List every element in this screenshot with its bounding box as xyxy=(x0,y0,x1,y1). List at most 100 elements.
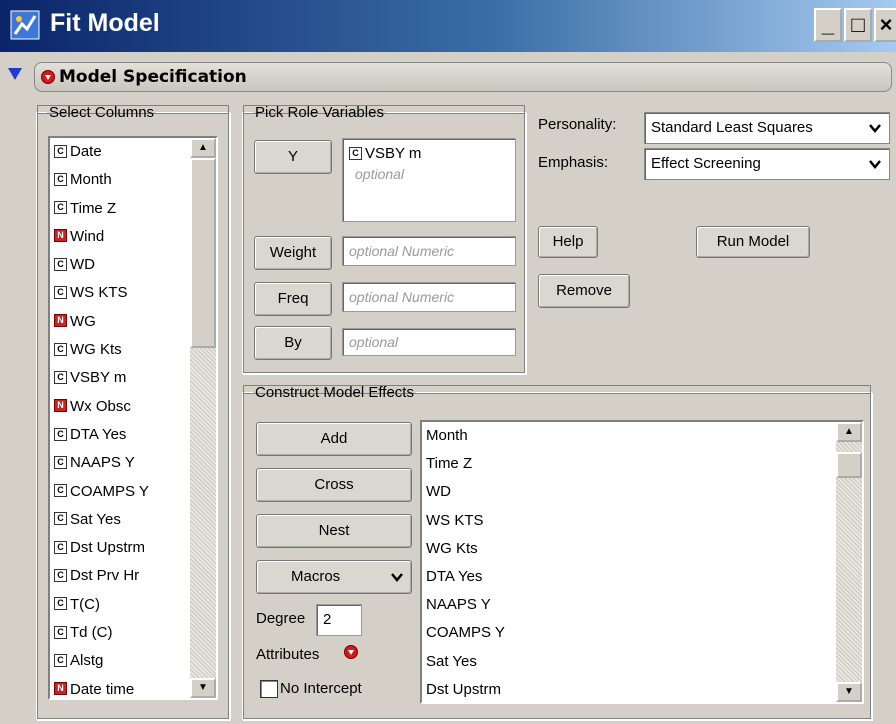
no-intercept-label: No Intercept xyxy=(280,680,362,697)
continuous-tag-icon: C xyxy=(54,568,67,582)
column-label: Date xyxy=(70,143,102,160)
y-role-button[interactable]: Y xyxy=(254,140,332,174)
weight-placeholder: optional Numeric xyxy=(349,243,455,259)
model-effects-listbox[interactable]: Month Time Z WD WS KTS WG Kts DTA Yes NAAPS YC… xyxy=(420,420,864,704)
close-icon: × xyxy=(879,12,893,37)
scroll-down-icon: ▼ xyxy=(198,682,208,693)
nominal-tag-icon: N xyxy=(54,229,67,243)
model-specification-header: Model Specification xyxy=(34,62,892,92)
effects-scroll-thumb[interactable] xyxy=(836,452,862,478)
construct-legend: Construct Model Effects xyxy=(255,384,414,401)
columns-scroll-thumb[interactable] xyxy=(190,158,216,348)
fit-model-app-icon xyxy=(10,10,40,40)
no-intercept-checkbox[interactable] xyxy=(260,680,278,698)
select-columns-legend: Select Columns xyxy=(49,104,155,121)
weight-role-field[interactable]: optional Numeric xyxy=(342,236,516,266)
y-role-placeholder: optional xyxy=(355,166,405,182)
title-bar: Fit Model _ □ × xyxy=(0,0,896,52)
run-model-button[interactable]: Run Model xyxy=(696,226,810,258)
select-columns-listbox[interactable]: C Date C Month C Time Z N Wind C WD C WS KTS N WG C WG … xyxy=(48,136,218,700)
column-label: Alstg xyxy=(70,652,104,670)
continuous-tag-icon: C xyxy=(54,370,67,384)
weight-role-button[interactable]: Weight xyxy=(254,236,332,270)
list-item[interactable]: WG Kts xyxy=(422,535,862,563)
list-item[interactable]: WD xyxy=(422,478,862,506)
minimize-button[interactable]: _ xyxy=(814,8,842,42)
continuous-tag-icon: C xyxy=(54,144,67,158)
emphasis-select[interactable]: Effect Screening xyxy=(644,148,890,180)
continuous-tag-icon: C xyxy=(54,427,67,441)
close-button[interactable]: × xyxy=(874,8,896,42)
nominal-tag-icon: N xyxy=(54,314,67,328)
column-label: Month xyxy=(70,171,112,189)
chevron-down-icon xyxy=(391,561,403,595)
degree-label: Degree xyxy=(256,610,306,627)
scroll-up-button[interactable]: ▲ xyxy=(836,422,862,442)
column-label: T(C) xyxy=(70,595,100,613)
column-label: Dst Prv Hr xyxy=(70,567,140,585)
personality-select[interactable]: Standard Least Squares xyxy=(644,112,890,144)
column-label: Date time xyxy=(70,680,135,698)
scroll-up-icon: ▲ xyxy=(844,426,854,437)
by-role-button[interactable]: By xyxy=(254,326,332,360)
scroll-down-icon: ▼ xyxy=(844,686,854,697)
y-role-value: VSBY m xyxy=(365,145,422,162)
column-label: WS KTS xyxy=(70,284,128,302)
emphasis-value: Effect Screening xyxy=(651,155,761,172)
freq-role-button[interactable]: Freq xyxy=(254,282,332,316)
column-label: WG Kts xyxy=(70,341,122,359)
pick-role-legend: Pick Role Variables xyxy=(255,104,384,121)
maximize-button[interactable]: □ xyxy=(844,8,872,42)
disclosure-triangle-icon[interactable] xyxy=(8,68,22,80)
help-button[interactable]: Help xyxy=(538,226,598,258)
attributes-label: Attributes xyxy=(256,646,320,663)
effects-list: Month Time Z WD WS KTS WG Kts DTA Yes NAAPS YC… xyxy=(422,422,862,704)
list-item[interactable]: Dst Upstrm xyxy=(422,676,862,704)
personality-label: Personality: xyxy=(538,116,617,133)
maximize-icon: □ xyxy=(851,12,865,37)
red-triangle-menu-icon[interactable] xyxy=(41,70,55,84)
scroll-down-button[interactable]: ▼ xyxy=(190,678,216,698)
scroll-up-icon: ▲ xyxy=(198,142,208,153)
chevron-down-icon xyxy=(869,149,881,180)
continuous-tag-icon: C xyxy=(54,201,67,215)
cross-button[interactable]: Cross xyxy=(256,468,412,502)
continuous-tag-icon: C xyxy=(54,172,67,186)
column-label: Wx Obsc xyxy=(70,397,131,415)
macros-dropdown[interactable]: Macros xyxy=(256,560,412,594)
list-item[interactable]: NAAPS Y xyxy=(422,591,862,619)
list-item[interactable]: Sat Yes xyxy=(422,648,862,676)
nominal-tag-icon: N xyxy=(54,399,67,413)
personality-value: Standard Least Squares xyxy=(651,119,813,136)
nest-button[interactable]: Nest xyxy=(256,514,412,548)
list-item[interactable]: Time Z xyxy=(422,450,862,478)
remove-button[interactable]: Remove xyxy=(538,274,630,308)
attributes-menu-icon[interactable] xyxy=(344,645,358,659)
list-item[interactable]: COAMPS Y xyxy=(422,619,862,647)
scroll-up-button[interactable]: ▲ xyxy=(190,138,216,158)
by-placeholder: optional xyxy=(349,334,399,350)
freq-role-field[interactable]: optional Numeric xyxy=(342,282,516,312)
by-role-field[interactable]: optional xyxy=(342,328,516,356)
continuous-tag-icon: C xyxy=(54,653,67,667)
list-item[interactable]: WS KTS xyxy=(422,507,862,535)
degree-input[interactable]: 2 xyxy=(316,604,362,636)
continuous-tag-icon: C xyxy=(54,257,67,271)
column-label: Sat Yes xyxy=(70,510,121,528)
column-label: Dst Upstrm xyxy=(70,539,145,557)
continuous-tag-icon: C xyxy=(54,597,67,611)
list-item[interactable]: DTA Yes xyxy=(422,563,862,591)
columns-scrollbar[interactable]: ▲ ▼ xyxy=(190,138,216,698)
column-label: DTA Yes xyxy=(70,425,127,443)
y-role-field[interactable]: C VSBY m optional xyxy=(342,138,516,222)
list-item[interactable]: Month xyxy=(422,422,862,450)
add-button[interactable]: Add xyxy=(256,422,412,456)
column-label: Time Z xyxy=(70,199,117,217)
chevron-down-icon xyxy=(869,113,881,144)
column-label: VSBY m xyxy=(70,369,127,387)
freq-placeholder: optional Numeric xyxy=(349,289,455,305)
column-label: Td (C) xyxy=(70,624,113,642)
effects-scrollbar[interactable]: ▲ ▼ xyxy=(836,422,862,702)
emphasis-label: Emphasis: xyxy=(538,154,609,171)
scroll-down-button[interactable]: ▼ xyxy=(836,682,862,702)
